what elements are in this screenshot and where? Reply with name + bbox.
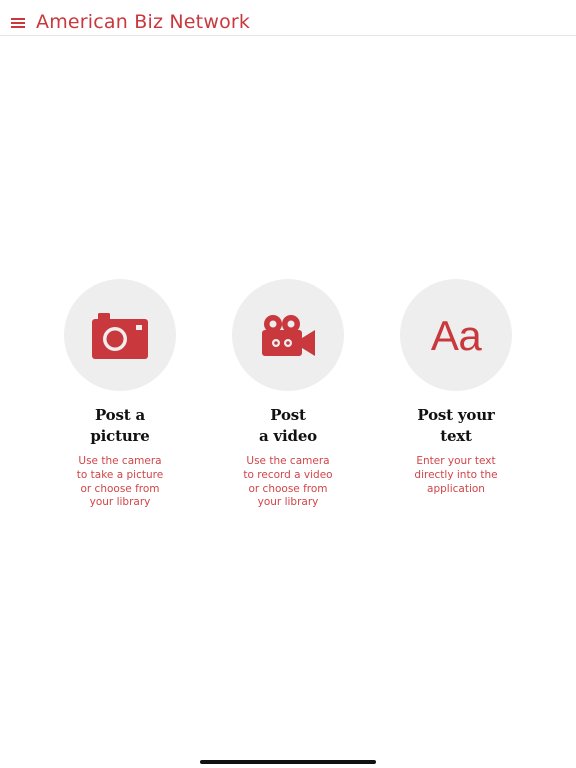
post-text-title: Post your text bbox=[417, 406, 495, 445]
post-video-title: Post a video bbox=[259, 406, 317, 445]
app-header: American Biz Network bbox=[0, 0, 576, 36]
text-icon: Aa bbox=[430, 312, 482, 359]
post-video-description: Use the camera to record a video or choo… bbox=[243, 455, 333, 509]
home-indicator[interactable] bbox=[200, 760, 376, 764]
post-text-description: Enter your text directly into the applic… bbox=[414, 455, 498, 495]
post-video-option[interactable]: Post a video Use the camera to record a … bbox=[204, 279, 372, 510]
post-picture-option[interactable]: Post a picture Use the camera to take a … bbox=[36, 279, 204, 510]
app-title: American Biz Network bbox=[36, 11, 251, 33]
hamburger-menu-icon[interactable] bbox=[11, 18, 25, 28]
post-text-option[interactable]: Aa Post your text Enter your text direct… bbox=[372, 279, 540, 496]
post-video-circle[interactable] bbox=[232, 279, 344, 391]
post-picture-title: Post a picture bbox=[90, 406, 150, 445]
post-picture-description: Use the camera to take a picture or choo… bbox=[76, 455, 164, 509]
post-picture-circle[interactable] bbox=[64, 279, 176, 391]
post-text-circle[interactable]: Aa bbox=[400, 279, 512, 391]
video-camera-icon bbox=[262, 315, 315, 356]
camera-icon bbox=[92, 313, 148, 359]
